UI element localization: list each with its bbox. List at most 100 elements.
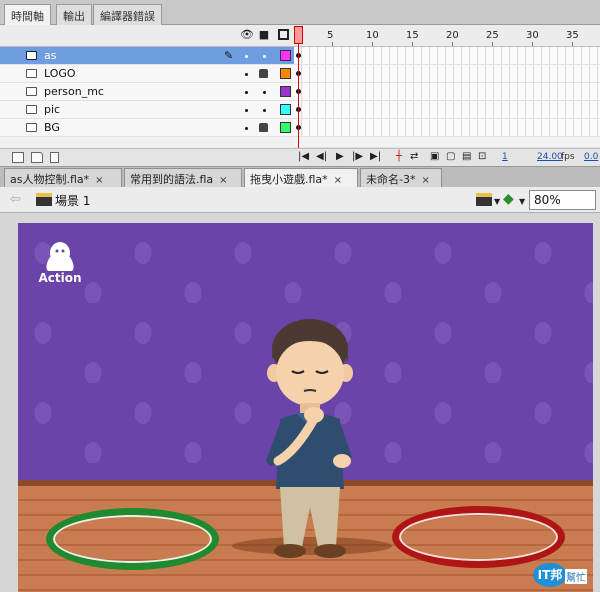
layer-name: BG [44,121,60,134]
layer-icon [26,105,37,114]
doc-tab[interactable]: 常用到的語法.fla × [124,168,242,188]
first-frame-icon[interactable]: |◀ [298,151,309,162]
layer-color-swatch[interactable] [280,104,291,115]
ruler-tick [572,42,573,46]
eye-icon[interactable]: 👁 [240,29,254,41]
layer-icon [26,69,37,78]
close-icon[interactable]: × [421,175,429,186]
watermark-text: 幫忙 [565,569,587,584]
chevron-down-icon[interactable]: ▼ [494,197,500,206]
lock-dot[interactable] [263,55,266,58]
lock-icon[interactable] [259,69,268,78]
chevron-down-icon[interactable]: ▼ [519,197,525,206]
outline-icon[interactable] [278,29,289,40]
layer-color-swatch[interactable] [280,68,291,79]
layer-name: person_mc [44,85,104,98]
tab-output[interactable]: 輸出 [56,4,92,25]
ruler-tick [492,42,493,46]
layer-name: as [44,49,57,62]
frame-row[interactable] [294,83,600,101]
visibility-dot[interactable] [245,91,248,94]
trash-icon[interactable] [50,152,59,163]
edit-multiple-icon[interactable]: ▤ [462,151,471,162]
fps-label: fps [561,152,575,162]
target-ring-green[interactable] [46,508,219,570]
ruler-tick [532,42,533,46]
doc-tab-label: 常用到的語法.fla [130,173,214,186]
layer-row-person-mc[interactable]: person_mc [0,83,294,101]
layer-row-pic[interactable]: pic [0,101,294,119]
close-icon[interactable]: × [219,175,227,186]
lock-icon[interactable] [259,123,268,132]
new-folder-icon[interactable] [31,152,43,163]
lock-dot[interactable] [263,109,266,112]
panel-tab-bar: 時間軸 輸出 編譯器錯誤 [0,0,600,26]
playhead-line [298,44,299,155]
tab-timeline[interactable]: 時間軸 [4,4,51,26]
frame-row-empty [294,137,600,148]
layer-icon [26,123,37,132]
layer-row-as[interactable]: as ✎ [0,47,294,65]
ghost-logo-icon [46,242,74,271]
layer-color-swatch[interactable] [280,122,291,133]
frame-number: 15 [406,30,419,41]
close-icon[interactable]: × [95,175,103,186]
loop-icon[interactable]: ⇄ [410,151,418,162]
lock-icon[interactable]: ■ [258,29,270,41]
doc-tab[interactable]: as人物控制.fla* × [4,168,122,188]
ruler-tick [452,42,453,46]
play-icon[interactable]: ▶ [336,151,344,162]
tab-compiler-errors[interactable]: 編譯器錯誤 [93,4,162,25]
frame-row[interactable] [294,101,600,119]
frame-number: 25 [486,30,499,41]
layer-color-swatch[interactable] [280,86,291,97]
logo-text: Action [38,271,82,285]
frame-number: 30 [526,30,539,41]
onion-outline-icon[interactable]: ▢ [446,151,455,162]
frame-rate-value[interactable]: 24.00 [537,152,563,162]
back-arrow-icon[interactable]: ⇦ [10,192,21,207]
doc-tab-label: 未命名-3* [366,173,416,186]
last-frame-icon[interactable]: ▶| [370,151,381,162]
frame-row[interactable] [294,119,600,137]
doc-tab-active[interactable]: 拖曳小遊戲.fla* × [244,168,358,188]
visibility-dot[interactable] [245,73,248,76]
watermark: IT邦 幫忙 [533,563,593,589]
visibility-dot[interactable] [245,55,248,58]
action-logo[interactable]: Action [34,239,86,289]
onion-skin-icon[interactable]: ▣ [430,151,439,162]
scene-label[interactable]: 場景 1 [55,192,90,209]
timeline-panel: 👁 ■ 1 5 10 15 20 25 30 35 as ✎ LOGO [0,25,600,166]
zoom-select[interactable]: 80% [529,190,596,210]
onion-markers-icon[interactable]: ⊡ [478,151,486,162]
doc-tab[interactable]: 未命名-3* × [360,168,442,188]
lock-dot[interactable] [263,91,266,94]
frame-number: 5 [327,30,334,41]
layer-icon [26,51,37,60]
playhead[interactable] [294,25,303,165]
edit-scene-icon[interactable] [476,193,492,206]
ruler-tick [412,42,413,46]
prev-frame-icon[interactable]: ◀| [316,151,327,162]
frame-row[interactable] [294,47,600,65]
layer-color-swatch[interactable] [280,50,291,61]
close-icon[interactable]: × [334,175,342,186]
timeline-footer: |◀ ◀| ▶ |▶ ▶| ┼ ⇄ ▣ ▢ ▤ ⊡ 1 24.00 fps 0.… [0,148,600,166]
layer-row-logo[interactable]: LOGO [0,65,294,83]
layer-row-bg[interactable]: BG [0,119,294,137]
visibility-dot[interactable] [245,127,248,130]
ruler-tick [332,42,333,46]
edit-symbols-icon[interactable]: ◆ [503,191,514,207]
new-layer-icon[interactable] [12,152,24,163]
frame-row[interactable] [294,65,600,83]
playhead-handle[interactable] [294,26,303,44]
pencil-icon: ✎ [224,49,234,62]
current-frame-value[interactable]: 1 [502,152,508,162]
person-character[interactable] [250,311,370,561]
visibility-dot[interactable] [245,109,248,112]
next-frame-icon[interactable]: |▶ [352,151,363,162]
frame-ruler[interactable]: 1 5 10 15 20 25 30 35 [294,25,600,47]
center-frame-icon[interactable]: ┼ [396,151,402,162]
target-ring-red[interactable] [392,506,565,568]
stage[interactable]: Action IT邦 幫忙 [18,223,593,592]
